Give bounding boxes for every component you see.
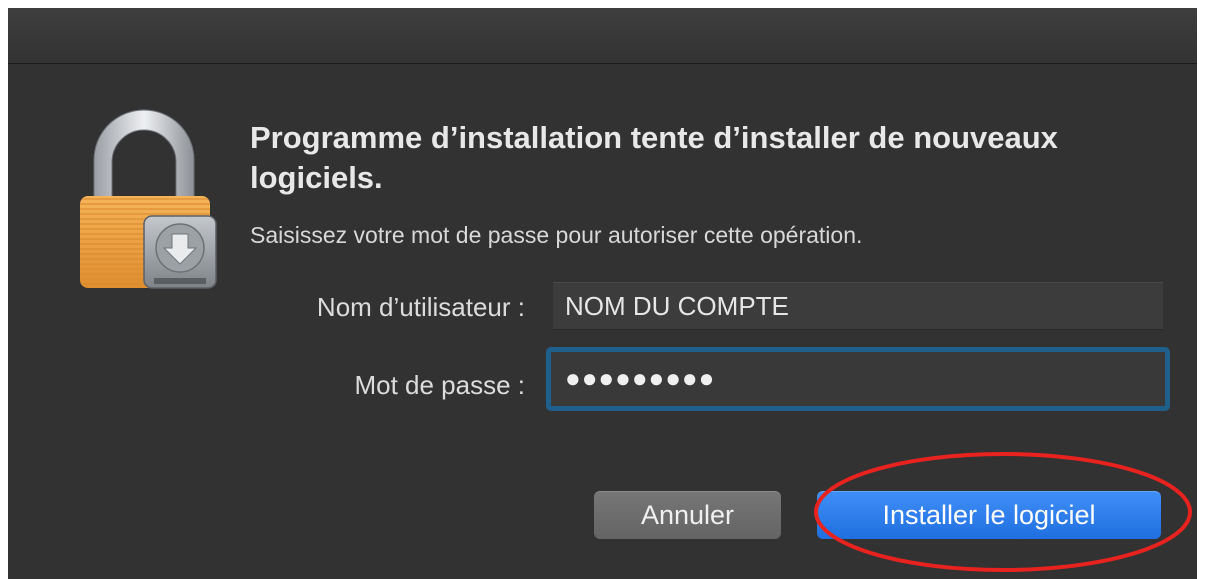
dialog-heading: Programme d’installation tente d’install… [250,120,1058,195]
install-software-button[interactable]: Installer le logiciel [817,491,1161,539]
username-field[interactable]: NOM DU COMPTE [553,282,1163,330]
username-label: Nom d’utilisateur : [316,292,525,322]
password-label: Mot de passe : [354,370,525,400]
authentication-dialog: Programme d’installation tente d’install… [8,8,1197,579]
cancel-button[interactable]: Annuler [594,491,781,539]
lock-icon [80,109,217,289]
password-field[interactable]: ●●●●●●●●● [546,347,1170,411]
dialog-titlebar [8,8,1197,64]
dialog-message: Saisissez votre mot de passe pour autori… [250,222,863,248]
